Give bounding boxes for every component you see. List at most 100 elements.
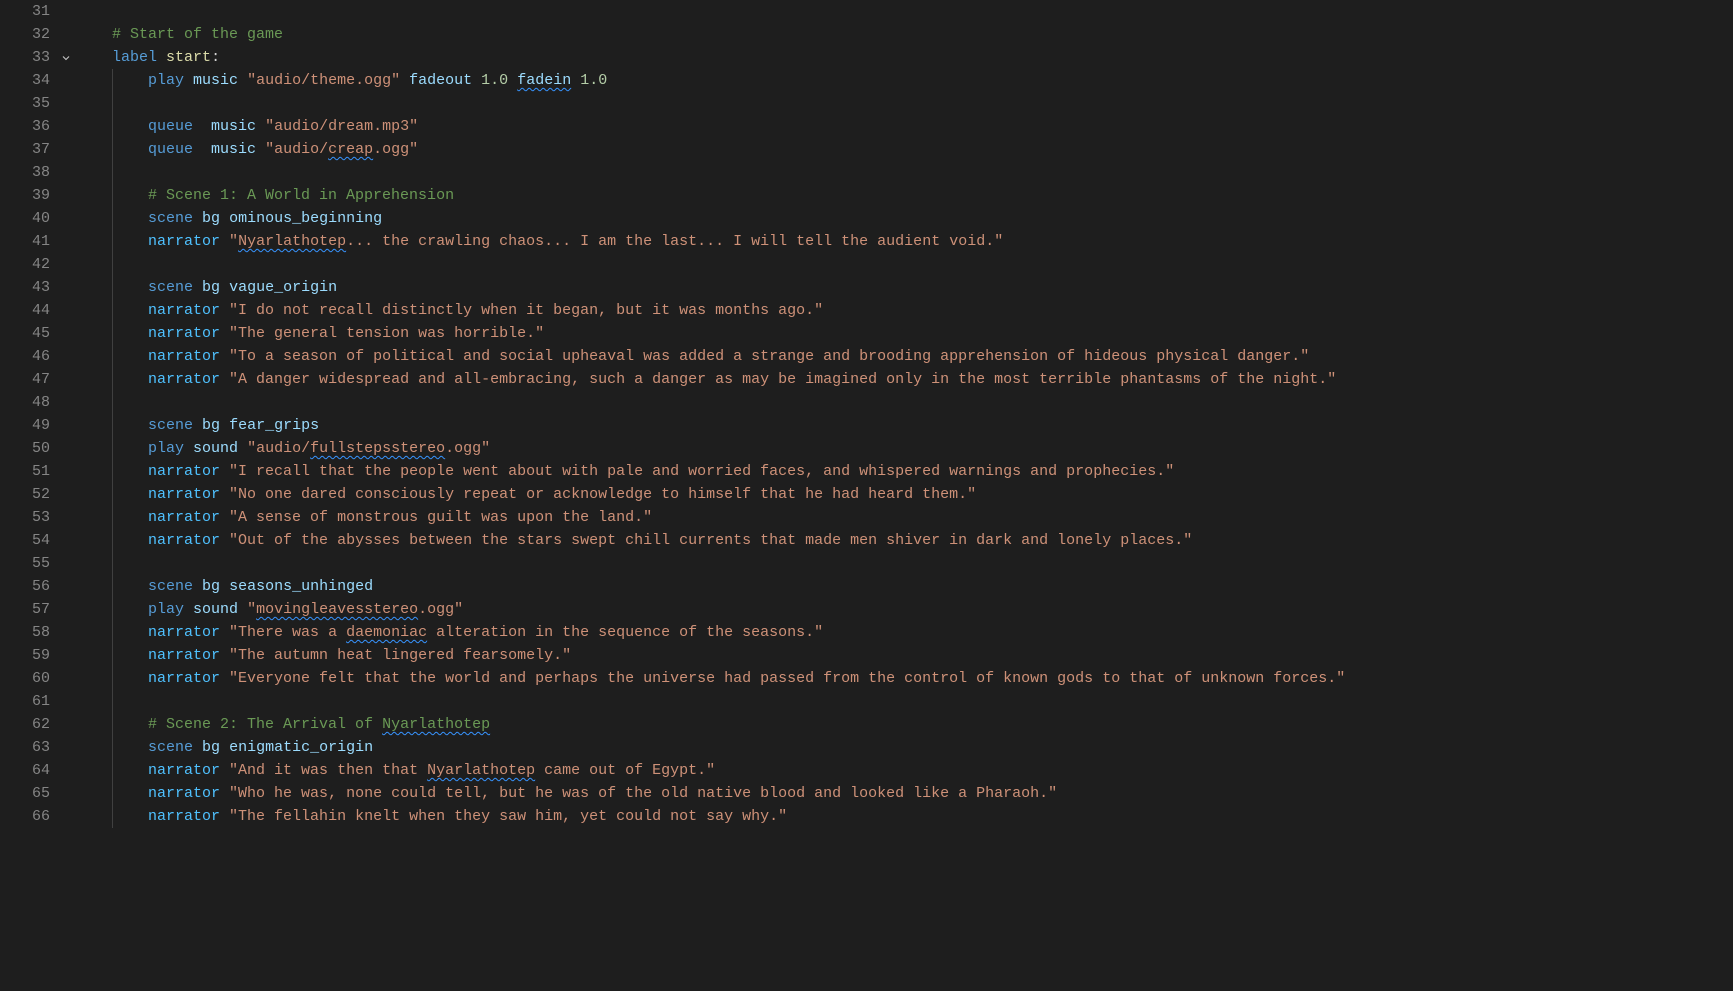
fold-empty: [56, 621, 76, 644]
line-number: 64: [0, 759, 50, 782]
line-number: 38: [0, 161, 50, 184]
line-number: 51: [0, 460, 50, 483]
line-number: 31: [0, 0, 50, 23]
indent-guide: [112, 391, 113, 414]
code-line[interactable]: play sound "audio/fullstepsstereo.ogg": [76, 437, 1733, 460]
code-line[interactable]: narrator "The general tension was horrib…: [76, 322, 1733, 345]
indent-guide: [112, 506, 113, 529]
code-line[interactable]: narrator "No one dared consciously repea…: [76, 483, 1733, 506]
indent-guide: [112, 621, 113, 644]
code-line[interactable]: play music "audio/theme.ogg" fadeout 1.0…: [76, 69, 1733, 92]
fold-empty: [56, 276, 76, 299]
code-line[interactable]: [76, 391, 1733, 414]
fold-empty: [56, 644, 76, 667]
fold-empty: [56, 782, 76, 805]
indent-guide: [112, 322, 113, 345]
fold-empty: [56, 161, 76, 184]
code-line[interactable]: queue music "audio/dream.mp3": [76, 115, 1733, 138]
code-line[interactable]: narrator "Who he was, none could tell, b…: [76, 782, 1733, 805]
fold-empty: [56, 483, 76, 506]
indent-guide: [112, 368, 113, 391]
code-line[interactable]: [76, 0, 1733, 23]
line-number: 43: [0, 276, 50, 299]
indent-guide: [112, 161, 113, 184]
code-line[interactable]: narrator "To a season of political and s…: [76, 345, 1733, 368]
line-number: 48: [0, 391, 50, 414]
line-number: 54: [0, 529, 50, 552]
code-line[interactable]: [76, 92, 1733, 115]
indent-guide: [112, 345, 113, 368]
fold-empty: [56, 0, 76, 23]
code-editor[interactable]: 3132333435363738394041424344454647484950…: [0, 0, 1733, 991]
fold-empty: [56, 713, 76, 736]
line-number: 53: [0, 506, 50, 529]
code-line[interactable]: scene bg vague_origin: [76, 276, 1733, 299]
code-line[interactable]: narrator "There was a daemoniac alterati…: [76, 621, 1733, 644]
code-line[interactable]: scene bg fear_grips: [76, 414, 1733, 437]
fold-empty: [56, 437, 76, 460]
line-number: 34: [0, 69, 50, 92]
code-line[interactable]: narrator "Out of the abysses between the…: [76, 529, 1733, 552]
fold-empty: [56, 138, 76, 161]
indent-guide: [112, 115, 113, 138]
code-line[interactable]: [76, 552, 1733, 575]
code-line[interactable]: play sound "movingleavesstereo.ogg": [76, 598, 1733, 621]
indent-guide: [112, 529, 113, 552]
code-area[interactable]: # Start of the game label start: play mu…: [76, 0, 1733, 991]
fold-empty: [56, 345, 76, 368]
fold-column[interactable]: [56, 0, 76, 991]
code-line[interactable]: narrator "I recall that the people went …: [76, 460, 1733, 483]
code-line[interactable]: # Scene 1: A World in Apprehension: [76, 184, 1733, 207]
code-line[interactable]: narrator "The fellahin knelt when they s…: [76, 805, 1733, 828]
code-line[interactable]: narrator "A sense of monstrous guilt was…: [76, 506, 1733, 529]
fold-empty: [56, 552, 76, 575]
code-line[interactable]: narrator "The autumn heat lingered fears…: [76, 644, 1733, 667]
line-number: 65: [0, 782, 50, 805]
indent-guide: [112, 552, 113, 575]
line-number: 61: [0, 690, 50, 713]
code-line[interactable]: narrator "A danger widespread and all-em…: [76, 368, 1733, 391]
line-number: 44: [0, 299, 50, 322]
fold-empty: [56, 506, 76, 529]
code-line[interactable]: scene bg ominous_beginning: [76, 207, 1733, 230]
code-line[interactable]: scene bg seasons_unhinged: [76, 575, 1733, 598]
indent-guide: [112, 690, 113, 713]
line-number: 63: [0, 736, 50, 759]
code-line[interactable]: narrator "And it was then that Nyarlatho…: [76, 759, 1733, 782]
code-line[interactable]: [76, 690, 1733, 713]
line-number: 45: [0, 322, 50, 345]
indent-guide: [112, 598, 113, 621]
indent-guide: [112, 667, 113, 690]
line-number: 32: [0, 23, 50, 46]
fold-empty: [56, 529, 76, 552]
line-number: 42: [0, 253, 50, 276]
code-line[interactable]: [76, 253, 1733, 276]
code-line[interactable]: scene bg enigmatic_origin: [76, 736, 1733, 759]
line-number: 39: [0, 184, 50, 207]
indent-guide: [112, 483, 113, 506]
code-line[interactable]: narrator "I do not recall distinctly whe…: [76, 299, 1733, 322]
fold-empty: [56, 207, 76, 230]
line-number: 62: [0, 713, 50, 736]
code-line[interactable]: # Scene 2: The Arrival of Nyarlathotep: [76, 713, 1733, 736]
line-number: 46: [0, 345, 50, 368]
indent-guide: [112, 207, 113, 230]
fold-empty: [56, 230, 76, 253]
line-number: 50: [0, 437, 50, 460]
indent-guide: [112, 69, 113, 92]
indent-guide: [112, 253, 113, 276]
line-number: 49: [0, 414, 50, 437]
indent-guide: [112, 460, 113, 483]
line-number: 58: [0, 621, 50, 644]
fold-empty: [56, 368, 76, 391]
code-line[interactable]: narrator "Everyone felt that the world a…: [76, 667, 1733, 690]
code-line[interactable]: # Start of the game: [76, 23, 1733, 46]
code-line[interactable]: queue music "audio/creap.ogg": [76, 138, 1733, 161]
fold-chevron-icon[interactable]: [56, 46, 76, 69]
line-number: 56: [0, 575, 50, 598]
code-line[interactable]: narrator "Nyarlathotep... the crawling c…: [76, 230, 1733, 253]
fold-empty: [56, 299, 76, 322]
code-line[interactable]: label start:: [76, 46, 1733, 69]
code-line[interactable]: [76, 161, 1733, 184]
fold-empty: [56, 92, 76, 115]
